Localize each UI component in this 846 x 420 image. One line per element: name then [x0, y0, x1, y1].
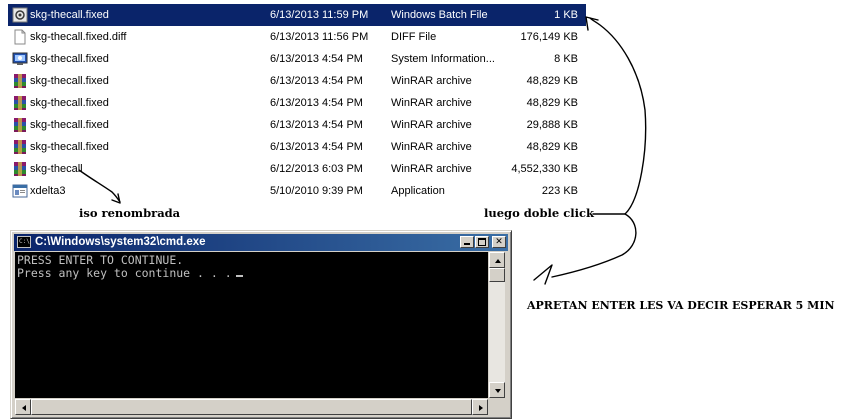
file-row[interactable]: skg-thecall.fixed.diff 6/13/2013 11:56 P…: [8, 26, 586, 48]
batch-file-icon: [12, 7, 28, 23]
file-size: 48,829 KB: [526, 75, 578, 87]
file-date: 6/13/2013 4:54 PM: [270, 97, 363, 109]
winrar-icon: [12, 161, 28, 177]
file-name: skg-thecall.fixed.diff: [30, 31, 127, 43]
maximize-button[interactable]: [475, 236, 489, 248]
winrar-icon: [12, 95, 28, 111]
file-name: skg-thecall.fixed: [30, 53, 109, 65]
file-date: 6/13/2013 11:59 PM: [270, 9, 369, 21]
file-date: 6/13/2013 4:54 PM: [270, 75, 363, 87]
cmd-title: C:\Windows\system32\cmd.exe: [35, 236, 206, 248]
file-name: skg-thecall: [30, 163, 83, 175]
file-date: 6/13/2013 11:56 PM: [270, 31, 369, 43]
file-type: WinRAR archive: [391, 119, 472, 131]
file-type: WinRAR archive: [391, 75, 472, 87]
file-date: 5/10/2010 9:39 PM: [270, 185, 363, 197]
file-size: 1 KB: [554, 9, 578, 21]
file-type: Windows Batch File: [391, 9, 488, 21]
close-button[interactable]: ✕: [492, 236, 506, 248]
file-row[interactable]: skg-thecall 6/12/2013 6:03 PM WinRAR arc…: [8, 158, 586, 180]
file-list: skg-thecall.fixed 6/13/2013 11:59 PM Win…: [8, 4, 586, 202]
file-row[interactable]: skg-thecall.fixed 6/13/2013 4:54 PM WinR…: [8, 70, 586, 92]
console-line-with-cursor: Press any key to continue . . .: [17, 267, 243, 280]
file-row[interactable]: skg-thecall.fixed 6/13/2013 4:54 PM WinR…: [8, 136, 586, 158]
application-icon: [12, 183, 28, 199]
file-size: 8 KB: [554, 53, 578, 65]
file-type: DIFF File: [391, 31, 437, 43]
file-size: 176,149 KB: [520, 31, 579, 43]
cmd-console[interactable]: PRESS ENTER TO CONTINUE. Press any key t…: [15, 252, 488, 398]
horizontal-scrollbar[interactable]: [15, 399, 488, 415]
scroll-right-button[interactable]: [472, 399, 488, 415]
arrowhead-enter: [533, 264, 553, 285]
file-name: skg-thecall.fixed: [30, 9, 109, 21]
file-date: 6/13/2013 4:54 PM: [270, 53, 363, 65]
cmd-titlebar[interactable]: C:\Windows\system32\cmd.exe ✕: [14, 234, 508, 251]
file-date: 6/13/2013 4:54 PM: [270, 141, 363, 153]
file-name: skg-thecall.fixed: [30, 141, 109, 153]
file-type: System Information...: [391, 53, 495, 65]
arrow-right-icon: [479, 405, 483, 411]
file-size: 223 KB: [541, 185, 578, 197]
scrollbar-corner: [489, 399, 505, 415]
blank-file-icon: [12, 29, 28, 45]
arrow-up-icon: [495, 259, 501, 263]
cmd-app-icon[interactable]: [17, 236, 31, 248]
file-row[interactable]: skg-thecall.fixed 6/13/2013 4:54 PM Syst…: [8, 48, 586, 70]
note-double-click: luego doble click: [484, 206, 594, 220]
vertical-scrollbar[interactable]: [489, 252, 505, 398]
file-date: 6/13/2013 4:54 PM: [270, 119, 363, 131]
arrow-enter-loop: [551, 213, 637, 278]
arrow-click-loop: [589, 17, 647, 215]
winrar-icon: [12, 73, 28, 89]
file-row[interactable]: skg-thecall.fixed 6/13/2013 4:54 PM WinR…: [8, 114, 586, 136]
file-type: WinRAR archive: [391, 141, 472, 153]
winrar-icon: [12, 117, 28, 133]
file-type: WinRAR archive: [391, 163, 472, 175]
note-press-enter: APRETAN ENTER LES VA DECIR ESPERAR 5 MIN: [527, 299, 835, 312]
note-iso-renamed: iso renombrada: [79, 206, 181, 220]
arrowhead-click: [585, 16, 599, 31]
horizontal-scroll-thumb[interactable]: [31, 399, 472, 415]
arrow-down-icon: [495, 389, 501, 393]
file-type: WinRAR archive: [391, 97, 472, 109]
file-row[interactable]: xdelta3 5/10/2010 9:39 PM Application 22…: [8, 180, 586, 202]
file-name: skg-thecall.fixed: [30, 119, 109, 131]
file-date: 6/12/2013 6:03 PM: [270, 163, 363, 175]
text-cursor: [235, 275, 243, 277]
file-size: 4,552,330 KB: [511, 163, 578, 175]
file-name: skg-thecall.fixed: [30, 75, 109, 87]
file-row[interactable]: skg-thecall.fixed 6/13/2013 4:54 PM WinR…: [8, 92, 586, 114]
arrow-left-icon: [22, 405, 26, 411]
system-info-icon: [12, 51, 28, 67]
file-name: xdelta3: [30, 185, 66, 197]
winrar-icon: [12, 139, 28, 155]
file-size: 48,829 KB: [526, 141, 578, 153]
console-line: Press any key to continue . . .: [17, 266, 232, 280]
file-type: Application: [391, 185, 445, 197]
scroll-left-button[interactable]: [15, 399, 31, 415]
file-size: 48,829 KB: [526, 97, 578, 109]
vertical-scroll-thumb[interactable]: [489, 268, 505, 282]
minimize-button[interactable]: [460, 236, 474, 248]
cmd-window: C:\Windows\system32\cmd.exe ✕ PRESS ENTE…: [10, 230, 512, 419]
file-name: skg-thecall.fixed: [30, 97, 109, 109]
file-row[interactable]: skg-thecall.fixed 6/13/2013 11:59 PM Win…: [8, 4, 586, 26]
scroll-down-button[interactable]: [489, 382, 505, 398]
scroll-up-button[interactable]: [489, 252, 505, 268]
file-size: 29,888 KB: [526, 119, 578, 131]
